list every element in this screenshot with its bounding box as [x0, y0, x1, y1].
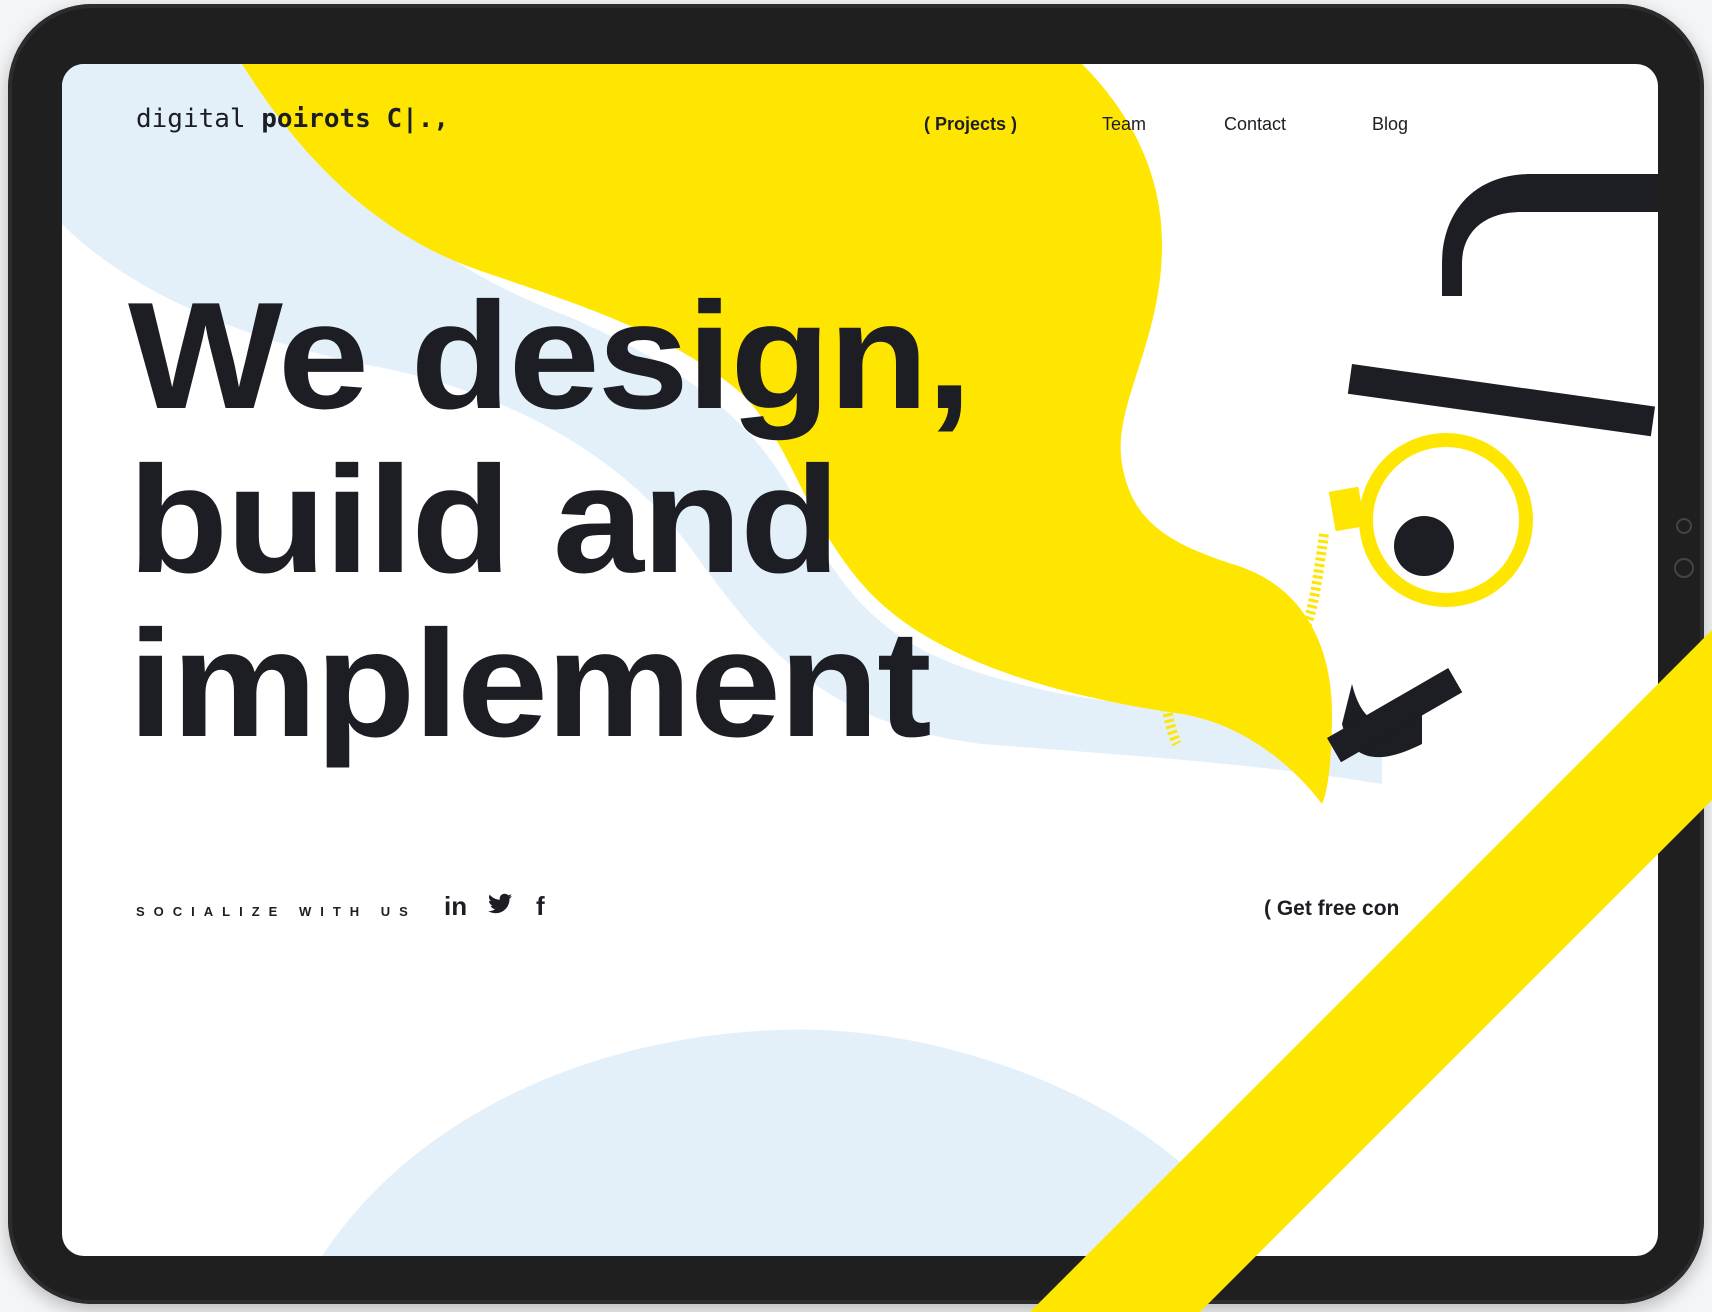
get-free-consultation-link[interactable]: ( Get free con — [1264, 897, 1399, 921]
nav-blog[interactable]: Blog — [1372, 114, 1408, 135]
mascot-top-shape — [1442, 174, 1658, 296]
mascot-eye-clip — [1328, 486, 1366, 532]
linkedin-icon[interactable]: in — [444, 891, 467, 921]
nav-team[interactable]: Team — [1102, 114, 1146, 135]
mascot-pupil — [1394, 516, 1454, 576]
hero-line-2: build and — [128, 435, 840, 605]
facebook-icon[interactable]: f — [536, 891, 545, 921]
hero-line-1: We design, — [128, 271, 972, 441]
logo-bold: poirots C|., — [261, 104, 450, 134]
nav-contact[interactable]: Contact — [1224, 114, 1286, 135]
socialize-label: SOCIALIZE WITH US — [136, 904, 417, 919]
twitter-icon[interactable] — [488, 891, 512, 921]
nav-projects[interactable]: ( Projects ) — [924, 114, 1017, 135]
mascot-eye-ring — [1359, 433, 1533, 607]
logo-prefix: digital — [136, 104, 262, 134]
mascot-bar-shape — [1347, 364, 1656, 437]
site-logo[interactable]: digital poirots C|., — [136, 104, 449, 134]
stage: digital poirots C|., ( Projects ) Team C… — [0, 0, 1712, 1312]
side-button-icon — [1674, 558, 1694, 578]
hero-heading: We design, build and implement — [128, 271, 972, 769]
blue-blob-shape — [322, 1029, 1182, 1256]
browser-viewport: digital poirots C|., ( Projects ) Team C… — [62, 64, 1658, 1256]
hero-line-3: implement — [128, 599, 932, 769]
side-button-icon — [1676, 518, 1692, 534]
twitter-bird-glyph — [488, 893, 512, 914]
